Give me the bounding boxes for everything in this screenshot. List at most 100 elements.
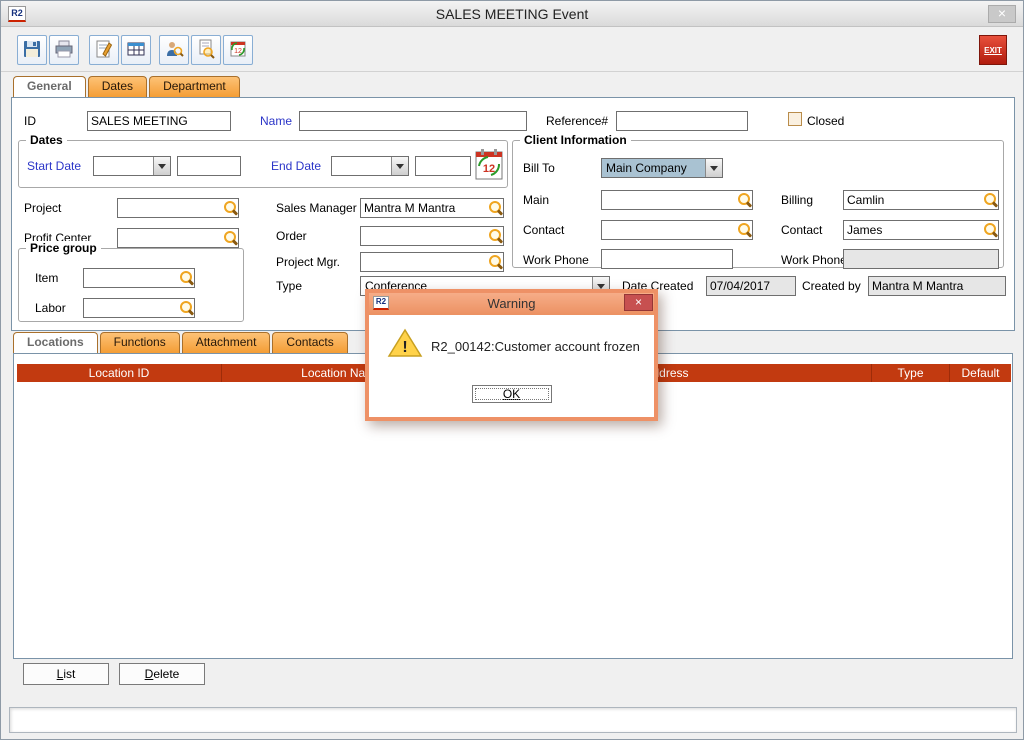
list-button[interactable]: List [23,663,109,685]
order-field[interactable] [361,229,487,243]
id-label: ID [24,114,36,128]
sales-manager-field[interactable] [361,201,487,215]
bill-to-combo[interactable]: Main Company [601,158,723,178]
item-label: Item [35,271,58,285]
tab-contacts[interactable]: Contacts [272,332,347,353]
start-date-label: Start Date [27,159,81,173]
price-group-title: Price group [26,241,101,255]
tab-locations[interactable]: Locations [13,332,98,353]
project-lookup-icon[interactable] [222,199,238,217]
locations-table-body [17,382,1009,655]
main-lookup-icon[interactable] [736,191,752,209]
tab-dates[interactable]: Dates [88,76,147,97]
billing-field-wrap [843,190,999,210]
contact-right-field[interactable] [844,223,982,237]
warning-dialog: R2 Warning × ! R2_00142:Customer account… [365,289,658,421]
work-phone-left-label: Work Phone [523,253,589,267]
labor-lookup-icon[interactable] [178,299,194,317]
main-field[interactable] [602,193,736,207]
closed-label: Closed [807,114,844,128]
document-search-button[interactable] [191,35,221,65]
tab-general[interactable]: General [13,76,86,97]
reference-field[interactable] [616,111,748,131]
window-title: SALES MEETING Event [1,6,1023,22]
name-field[interactable] [299,111,527,131]
end-date-combo[interactable] [331,156,409,176]
closed-checkbox[interactable] [788,112,802,126]
start-time-field[interactable] [177,156,241,176]
tab-department[interactable]: Department [149,76,240,97]
person-search-button[interactable] [159,35,189,65]
labor-field[interactable] [84,301,178,315]
labor-label: Labor [35,301,66,315]
warning-message: R2_00142:Customer account frozen [431,339,640,354]
ok-button[interactable]: OK [472,385,552,403]
print-icon [54,39,74,62]
sales-manager-field-wrap [360,198,504,218]
item-lookup-icon[interactable] [178,269,194,287]
exit-button[interactable]: EXIT [979,35,1007,65]
column-header-type[interactable]: Type [872,364,950,382]
id-field[interactable] [87,111,231,131]
window-close-button[interactable]: × [988,5,1016,23]
save-button[interactable] [17,35,47,65]
calendar-refresh-icon: 12 [228,39,248,62]
client-information-group: Client Information Bill To Main Company … [512,140,1004,268]
window-titlebar[interactable]: R2 SALES MEETING Event × [1,1,1023,27]
delete-button[interactable]: Delete [119,663,205,685]
sales-manager-lookup-icon[interactable] [487,199,503,217]
main-field-wrap [601,190,753,210]
start-date-combo[interactable] [93,156,171,176]
profit-center-field[interactable] [118,231,222,245]
work-phone-right-label: Work Phone [781,253,847,267]
bill-to-value: Main Company [602,159,705,177]
type-label: Type [276,279,302,293]
start-date-dropdown-button[interactable] [153,157,170,175]
tab-attachment[interactable]: Attachment [182,332,271,353]
contact-right-field-wrap [843,220,999,240]
billing-lookup-icon[interactable] [982,191,998,209]
labor-field-wrap [83,298,195,318]
item-field[interactable] [84,271,178,285]
table-grid-icon [126,39,146,62]
billing-field[interactable] [844,193,982,207]
bill-to-dropdown-button[interactable] [705,159,722,177]
price-group: Price group Item Labor [18,248,244,322]
calendar-refresh-button[interactable]: 12 [223,35,253,65]
warning-dialog-body: ! R2_00142:Customer account frozen OK [369,315,654,417]
toolbar: 12 EXIT [1,28,1023,72]
warning-dialog-title: Warning [369,296,654,311]
bottom-tab-bar: Locations Functions Attachment Contacts [13,332,348,353]
profit-center-lookup-icon[interactable] [222,229,238,247]
project-label: Project [24,201,61,215]
sales-manager-label: Sales Manager [276,201,357,215]
end-date-dropdown-button[interactable] [391,157,408,175]
order-lookup-icon[interactable] [487,227,503,245]
top-tab-bar: General Dates Department [13,76,240,97]
created-by-label: Created by [802,279,861,293]
table-grid-button[interactable] [121,35,151,65]
column-header-default[interactable]: Default [950,364,1011,382]
contact-left-field[interactable] [602,223,736,237]
warning-dialog-titlebar[interactable]: R2 Warning × [369,293,654,315]
contact-right-lookup-icon[interactable] [982,221,998,239]
project-mgr-field[interactable] [361,255,487,269]
contact-left-label: Contact [523,223,564,237]
tab-functions[interactable]: Functions [100,332,180,353]
calendar-picker-button[interactable]: 12 [473,146,505,185]
calendar-icon: 12 [473,170,505,185]
end-time-field[interactable] [415,156,471,176]
contact-left-lookup-icon[interactable] [736,221,752,239]
warning-dialog-close-button[interactable]: × [624,294,653,311]
document-search-icon [196,39,216,62]
column-header-location-id[interactable]: Location ID [17,364,222,382]
project-mgr-lookup-icon[interactable] [487,253,503,271]
edit-note-button[interactable] [89,35,119,65]
dates-group: Dates Start Date End Date 12 [18,140,508,188]
contact-left-field-wrap [601,220,753,240]
bill-to-label: Bill To [523,161,555,175]
work-phone-left-field[interactable] [601,249,733,269]
work-phone-right-field [843,249,999,269]
print-button[interactable] [49,35,79,65]
project-field[interactable] [118,201,222,215]
